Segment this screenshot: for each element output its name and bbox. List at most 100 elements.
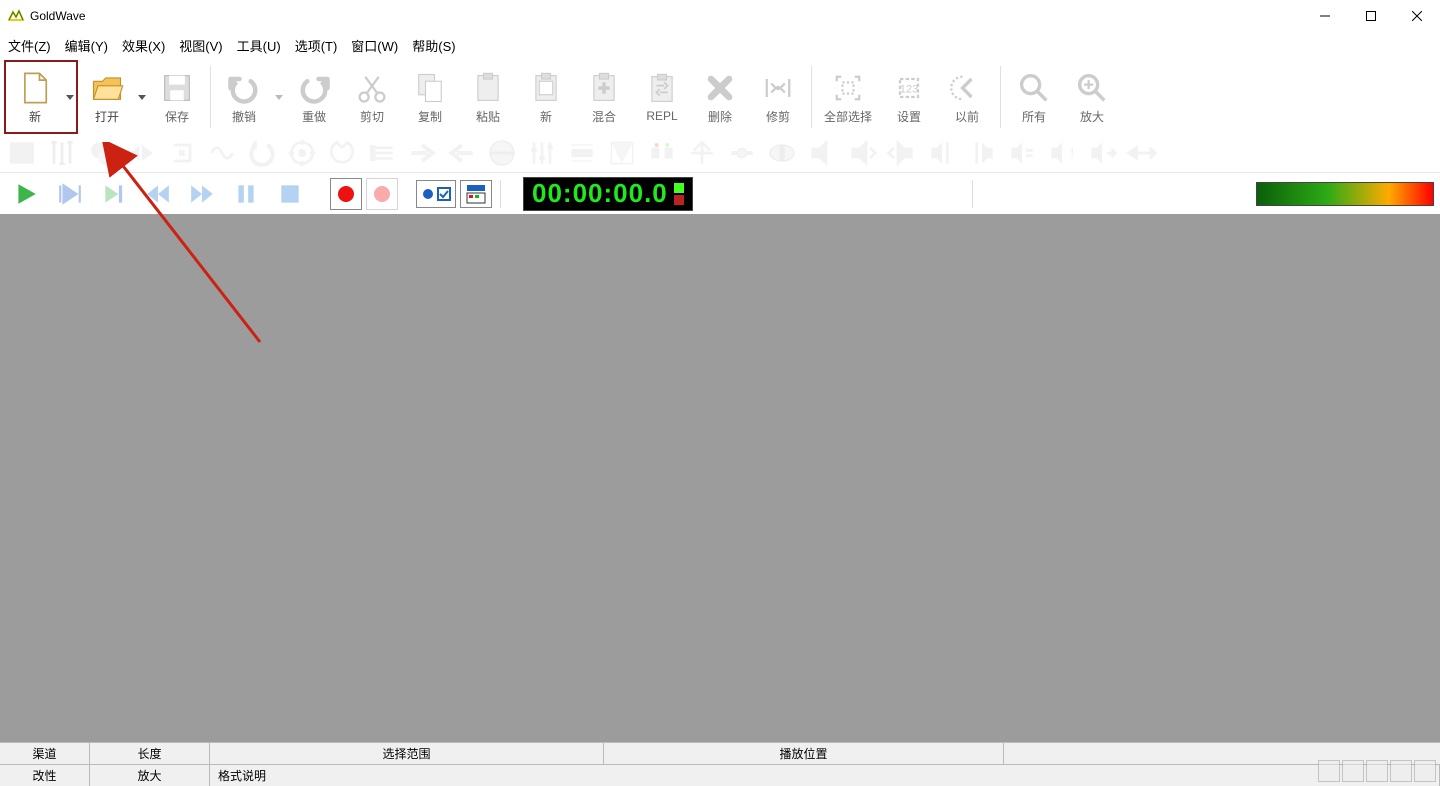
zoom-all-label: 所有: [1022, 108, 1046, 125]
effect-icon-26[interactable]: [1006, 137, 1038, 169]
menu-view[interactable]: 视图(V): [179, 36, 222, 55]
effect-icon-8[interactable]: [286, 137, 318, 169]
effect-icon-27[interactable]: !: [1046, 137, 1078, 169]
effect-icon-6[interactable]: [206, 137, 238, 169]
tray-icon-1[interactable]: [1318, 760, 1340, 782]
menu-help[interactable]: 帮助(S): [412, 36, 455, 55]
cut-label: 剪切: [360, 108, 384, 125]
trim-button[interactable]: 修剪: [749, 60, 807, 134]
tray-icon-4[interactable]: [1390, 760, 1412, 782]
paste-new-label: 新: [540, 108, 552, 125]
play-selection-button[interactable]: [50, 178, 90, 210]
effect-icon-17[interactable]: [646, 137, 678, 169]
effect-icon-28[interactable]: [1086, 137, 1118, 169]
undo-dropdown[interactable]: [273, 60, 285, 134]
close-button[interactable]: [1394, 0, 1440, 32]
effect-icon-4[interactable]: [126, 137, 158, 169]
tray-icon-5[interactable]: [1414, 760, 1436, 782]
menu-window[interactable]: 窗口(W): [351, 36, 398, 55]
rewind-button[interactable]: [138, 178, 178, 210]
effect-icon-7[interactable]: [246, 137, 278, 169]
replace-button[interactable]: REPL: [633, 60, 691, 134]
delete-button[interactable]: 删除: [691, 60, 749, 134]
effect-icon-2[interactable]: [46, 137, 78, 169]
clipboard-icon: [470, 70, 506, 106]
time-value: 00:00:00.0: [532, 178, 668, 209]
new-dropdown[interactable]: [64, 95, 76, 100]
effect-icon-13[interactable]: [486, 137, 518, 169]
effect-icon-5[interactable]: [166, 137, 198, 169]
undo-button[interactable]: 撤销: [215, 60, 273, 134]
effect-icon-16[interactable]: [606, 137, 638, 169]
workspace: [0, 214, 1440, 742]
properties-button[interactable]: [460, 180, 492, 208]
set-selection-icon: 123: [891, 70, 927, 106]
effect-icon-18[interactable]: [686, 137, 718, 169]
zoom-in-button[interactable]: 放大: [1063, 60, 1121, 134]
effect-icon-15[interactable]: [566, 137, 598, 169]
menu-options[interactable]: 选项(T): [295, 36, 338, 55]
undo-icon: [226, 70, 262, 106]
pause-button[interactable]: [226, 178, 266, 210]
effect-icon-14[interactable]: [526, 137, 558, 169]
cut-button[interactable]: 剪切: [343, 60, 401, 134]
open-label: 打开: [95, 108, 119, 125]
svg-text:123: 123: [900, 83, 919, 95]
forward-button[interactable]: [182, 178, 222, 210]
effect-icon-21[interactable]: [806, 137, 838, 169]
new-button[interactable]: 新: [6, 66, 64, 129]
tray-icon-2[interactable]: [1342, 760, 1364, 782]
menu-file[interactable]: 文件(Z): [8, 36, 51, 55]
effect-icon-25[interactable]: [966, 137, 998, 169]
effect-icon-20[interactable]: [766, 137, 798, 169]
toolbar-separator: [210, 66, 211, 128]
status-bar-2: 改性 放大 格式说明: [0, 764, 1440, 786]
effect-icon-1[interactable]: [6, 137, 38, 169]
effect-icon-3[interactable]: [86, 137, 118, 169]
svg-text:!: !: [1070, 145, 1074, 162]
maximize-button[interactable]: [1348, 0, 1394, 32]
magnify-plus-icon: [1074, 70, 1110, 106]
set-label: 设置: [897, 108, 921, 125]
menu-effect[interactable]: 效果(X): [122, 36, 165, 55]
effect-icon-10[interactable]: [366, 137, 398, 169]
effect-icon-22[interactable]: [846, 137, 878, 169]
set-button[interactable]: 123 设置: [880, 60, 938, 134]
effect-icon-12[interactable]: [446, 137, 478, 169]
effect-icon-9[interactable]: [326, 137, 358, 169]
redo-button[interactable]: 重做: [285, 60, 343, 134]
effect-icon-19[interactable]: [726, 137, 758, 169]
undo-label: 撤销: [232, 108, 256, 125]
redo-icon: [296, 70, 332, 106]
record-pause-button[interactable]: [366, 178, 398, 210]
loop-toggle[interactable]: [416, 180, 456, 208]
menu-tools[interactable]: 工具(U): [237, 36, 281, 55]
effect-icon-29[interactable]: [1126, 137, 1158, 169]
tray-icon-3[interactable]: [1366, 760, 1388, 782]
effect-icon-11[interactable]: [406, 137, 438, 169]
minimize-button[interactable]: [1302, 0, 1348, 32]
play-button[interactable]: [6, 178, 46, 210]
open-button[interactable]: 打开: [78, 60, 136, 134]
effect-icon-24[interactable]: [926, 137, 958, 169]
select-all-button[interactable]: 全部选择: [816, 60, 880, 134]
record-button[interactable]: [330, 178, 362, 210]
delete-label: 删除: [708, 108, 732, 125]
save-button[interactable]: 保存: [148, 60, 206, 134]
previous-button[interactable]: 以前: [938, 60, 996, 134]
status-selection: 选择范围: [210, 743, 604, 764]
delete-x-icon: [702, 70, 738, 106]
open-dropdown[interactable]: [136, 60, 148, 134]
effect-icon-23[interactable]: [886, 137, 918, 169]
paste-button[interactable]: 粘贴: [459, 60, 517, 134]
mix-button[interactable]: 混合: [575, 60, 633, 134]
play-end-button[interactable]: [94, 178, 134, 210]
zoom-all-button[interactable]: 所有: [1005, 60, 1063, 134]
menu-edit[interactable]: 编辑(Y): [65, 36, 108, 55]
app-title: GoldWave: [30, 9, 1302, 23]
stop-button[interactable]: [270, 178, 310, 210]
previous-icon: [949, 70, 985, 106]
paste-new-button[interactable]: 新: [517, 60, 575, 134]
copy-button[interactable]: 复制: [401, 60, 459, 134]
status-channel: 渠道: [0, 743, 90, 764]
